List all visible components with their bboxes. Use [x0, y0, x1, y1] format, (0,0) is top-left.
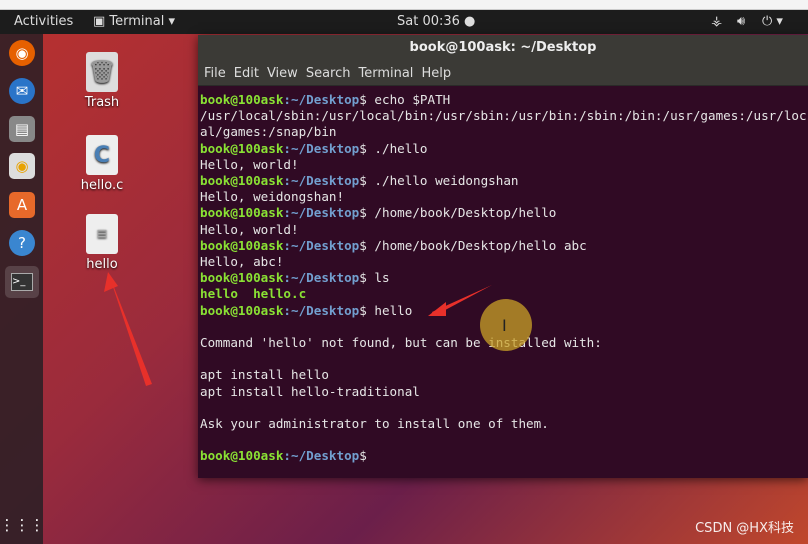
text-cursor-icon: I [502, 316, 507, 335]
annotation-overlay: I [104, 272, 532, 386]
watermark: CSDN @HX科技 [695, 521, 794, 536]
red-arrowhead-hello [104, 272, 118, 292]
red-arrow-hello [108, 272, 152, 386]
red-arrowhead-command [428, 302, 446, 316]
